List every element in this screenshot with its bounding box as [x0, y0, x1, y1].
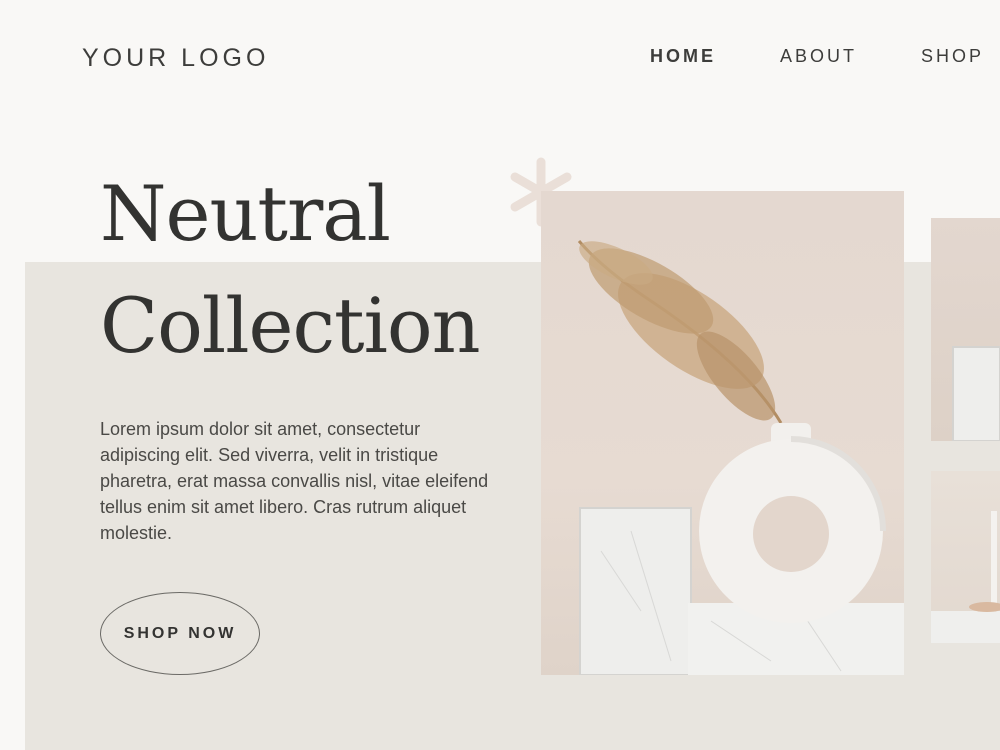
hero-title-line-2: Collection — [100, 281, 481, 370]
pampas-grass — [577, 240, 783, 424]
nav-shop[interactable]: SHOP — [921, 46, 984, 67]
hero-title: Neutral Collection — [100, 158, 481, 382]
product-thumbnail-marble[interactable] — [931, 218, 1000, 441]
nav-about[interactable]: ABOUT — [780, 46, 857, 67]
main-nav: HOME ABOUT SHOP — [650, 46, 1000, 67]
donut-vase — [699, 423, 886, 623]
shop-now-button[interactable]: SHOP NOW — [100, 592, 260, 675]
nav-home[interactable]: HOME — [650, 46, 716, 67]
product-photo-vase[interactable] — [541, 191, 904, 675]
marble-block-left — [580, 508, 691, 675]
hero-title-line-1: Neutral — [100, 169, 391, 258]
logo[interactable]: YOUR LOGO — [82, 44, 269, 73]
hero-description: Lorem ipsum dolor sit amet, consectetur … — [100, 419, 489, 543]
product-thumbnail-candle[interactable] — [931, 471, 1000, 643]
